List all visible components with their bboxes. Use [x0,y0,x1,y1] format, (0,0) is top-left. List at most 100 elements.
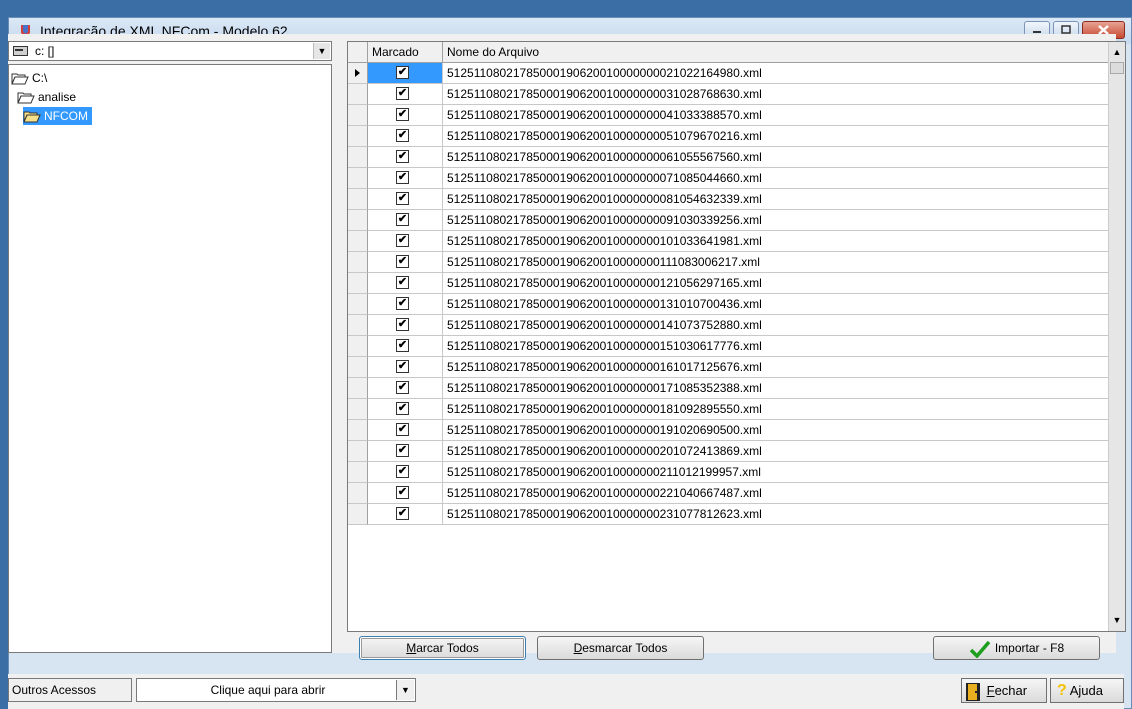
table-row[interactable]: ✔ 512511080217850001906200100000000410333… [348,105,1109,126]
marcado-cell[interactable]: ✔ [368,210,443,231]
marcado-cell[interactable]: ✔ [368,483,443,504]
folder-tree[interactable]: C:\ analise NFCOM [8,64,332,653]
marcado-cell[interactable]: ✔ [368,504,443,525]
scroll-down-icon[interactable]: ▼ [1109,612,1125,629]
marcado-cell[interactable]: ✔ [368,147,443,168]
close-button[interactable]: Fechar [961,678,1047,703]
table-row[interactable]: ✔ 512511080217850001906200100000001010336… [348,231,1109,252]
marcado-cell[interactable]: ✔ [368,336,443,357]
chevron-down-icon[interactable]: ▼ [396,680,414,700]
row-checkbox[interactable]: ✔ [396,486,409,499]
table-row[interactable]: ✔ 512511080217850001906200100000002210406… [348,483,1109,504]
marcado-cell[interactable]: ✔ [368,441,443,462]
column-header-filename[interactable]: Nome do Arquivo [443,42,1109,62]
table-row[interactable]: ✔ 512511080217850001906200100000002310778… [348,504,1109,525]
filename-cell[interactable]: 5125110802178500019062001000000007108504… [443,168,1109,189]
row-checkbox[interactable]: ✔ [396,339,409,352]
table-row[interactable]: ✔ 512511080217850001906200100000000610555… [348,147,1109,168]
table-row[interactable]: ✔ 512511080217850001906200100000002110121… [348,462,1109,483]
marcado-cell[interactable]: ✔ [368,84,443,105]
filename-cell[interactable]: 5125110802178500019062001000000004103338… [443,105,1109,126]
scroll-up-icon[interactable]: ▲ [1109,44,1125,61]
table-row[interactable]: ✔ 512511080217850001906200100000001110830… [348,252,1109,273]
row-checkbox[interactable]: ✔ [396,465,409,478]
row-checkbox[interactable]: ✔ [396,234,409,247]
table-row[interactable]: ✔ 512511080217850001906200100000002010724… [348,441,1109,462]
filename-cell[interactable]: 5125110802178500019062001000000014107375… [443,315,1109,336]
filename-cell[interactable]: 5125110802178500019062001000000013101070… [443,294,1109,315]
table-row[interactable]: ✔ 512511080217850001906200100000001810928… [348,399,1109,420]
mark-all-button[interactable]: Marcar Todos [359,636,526,660]
marcado-cell[interactable]: ✔ [368,168,443,189]
marcado-cell[interactable]: ✔ [368,378,443,399]
filename-cell[interactable]: 5125110802178500019062001000000019102069… [443,420,1109,441]
marcado-cell[interactable]: ✔ [368,294,443,315]
other-access-select[interactable]: Clique aqui para abrir ▼ [136,678,416,702]
filename-cell[interactable]: 5125110802178500019062001000000010103364… [443,231,1109,252]
table-row[interactable]: ✔ 512511080217850001906200100000001710853… [348,378,1109,399]
file-grid[interactable]: Marcado Nome do Arquivo ✔ 512511080217850… [347,41,1126,632]
folder-nfcom[interactable]: NFCOM [23,107,92,125]
filename-cell[interactable]: 5125110802178500019062001000000016101712… [443,357,1109,378]
table-row[interactable]: ✔ 512511080217850001906200100000001210562… [348,273,1109,294]
drive-select[interactable]: c: [] ▼ [8,41,332,61]
marcado-cell[interactable]: ✔ [368,126,443,147]
table-row[interactable]: ✔ 512511080217850001906200100000000710850… [348,168,1109,189]
row-checkbox[interactable]: ✔ [396,360,409,373]
table-row[interactable]: ✔ 512511080217850001906200100000000510796… [348,126,1109,147]
filename-cell[interactable]: 5125110802178500019062001000000005107967… [443,126,1109,147]
row-checkbox[interactable]: ✔ [396,402,409,415]
filename-cell[interactable]: 5125110802178500019062001000000008105463… [443,189,1109,210]
row-checkbox[interactable]: ✔ [396,444,409,457]
table-row[interactable]: ✔ 512511080217850001906200100000001410737… [348,315,1109,336]
vertical-scrollbar[interactable]: ▲ ▼ [1108,42,1125,631]
unmark-all-button[interactable]: Desmarcar Todos [537,636,704,660]
row-checkbox[interactable]: ✔ [396,192,409,205]
filename-cell[interactable]: 5125110802178500019062001000000009103033… [443,210,1109,231]
import-button[interactable]: Importar - F8 [933,636,1100,660]
table-row[interactable]: ✔ 512511080217850001906200100000000910303… [348,210,1109,231]
marcado-cell[interactable]: ✔ [368,399,443,420]
filename-cell[interactable]: 5125110802178500019062001000000006105556… [443,147,1109,168]
row-checkbox[interactable]: ✔ [396,108,409,121]
help-button[interactable]: ? Ajuda [1050,678,1124,703]
marcado-cell[interactable]: ✔ [368,462,443,483]
marcado-cell[interactable]: ✔ [368,315,443,336]
table-row[interactable]: ✔ 512511080217850001906200100000001610171… [348,357,1109,378]
filename-cell[interactable]: 5125110802178500019062001000000022104066… [443,483,1109,504]
row-checkbox[interactable]: ✔ [396,150,409,163]
folder-analise[interactable]: analise [17,88,76,106]
marcado-cell[interactable]: ✔ [368,231,443,252]
marcado-cell[interactable]: ✔ [368,420,443,441]
column-header-marcado[interactable]: Marcado [368,42,443,62]
marcado-cell[interactable]: ✔ [368,189,443,210]
filename-cell[interactable]: 5125110802178500019062001000000002102216… [443,63,1109,84]
filename-cell[interactable]: 5125110802178500019062001000000015103061… [443,336,1109,357]
row-checkbox[interactable]: ✔ [396,255,409,268]
row-checkbox[interactable]: ✔ [396,66,409,79]
row-checkbox[interactable]: ✔ [396,318,409,331]
filename-cell[interactable]: 5125110802178500019062001000000021101219… [443,462,1109,483]
row-checkbox[interactable]: ✔ [396,213,409,226]
row-checkbox[interactable]: ✔ [396,507,409,520]
table-row[interactable]: ✔ 512511080217850001906200100000001910206… [348,420,1109,441]
row-checkbox[interactable]: ✔ [396,381,409,394]
row-checkbox[interactable]: ✔ [396,297,409,310]
table-row[interactable]: ✔ 512511080217850001906200100000000310287… [348,84,1109,105]
marcado-cell[interactable]: ✔ [368,252,443,273]
table-row[interactable]: ✔ 512511080217850001906200100000001310107… [348,294,1109,315]
marcado-cell[interactable]: ✔ [368,63,443,84]
filename-cell[interactable]: 5125110802178500019062001000000011108300… [443,252,1109,273]
filename-cell[interactable]: 5125110802178500019062001000000020107241… [443,441,1109,462]
marcado-cell[interactable]: ✔ [368,273,443,294]
row-checkbox[interactable]: ✔ [396,276,409,289]
filename-cell[interactable]: 5125110802178500019062001000000003102876… [443,84,1109,105]
table-row[interactable]: ✔ 512511080217850001906200100000000810546… [348,189,1109,210]
row-checkbox[interactable]: ✔ [396,423,409,436]
table-row[interactable]: ✔ 512511080217850001906200100000001510306… [348,336,1109,357]
marcado-cell[interactable]: ✔ [368,357,443,378]
table-row[interactable]: ✔ 512511080217850001906200100000000210221… [348,63,1109,84]
filename-cell[interactable]: 5125110802178500019062001000000023107781… [443,504,1109,525]
row-checkbox[interactable]: ✔ [396,87,409,100]
row-checkbox[interactable]: ✔ [396,171,409,184]
